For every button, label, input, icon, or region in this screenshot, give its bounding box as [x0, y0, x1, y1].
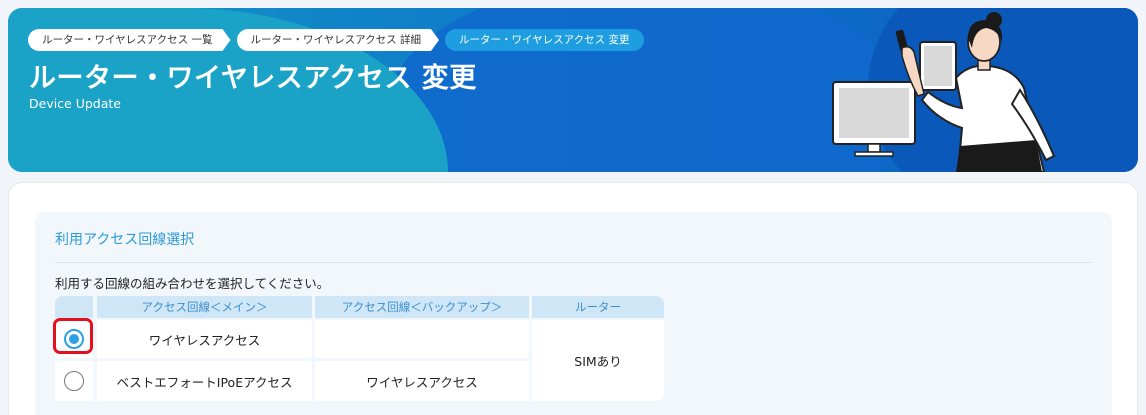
column-header-backup: アクセス回線＜バックアップ＞: [315, 296, 529, 318]
table-cell-main: ワイヤレスアクセス: [97, 320, 312, 358]
breadcrumb-item-list[interactable]: ルーター・ワイヤレスアクセス 一覧: [28, 29, 231, 51]
person-with-devices-illustration: [832, 12, 1056, 172]
breadcrumb-item-detail[interactable]: ルーター・ワイヤレスアクセス 詳細: [237, 29, 440, 51]
breadcrumb: ルーター・ワイヤレスアクセス 一覧 ルーター・ワイヤレスアクセス 詳細 ルーター…: [28, 29, 644, 51]
row-radio-ipoe-wireless[interactable]: [64, 371, 84, 391]
page-header-banner: ルーター・ワイヤレスアクセス 一覧 ルーター・ワイヤレスアクセス 詳細 ルーター…: [8, 8, 1138, 172]
table-cell-backup: ワイヤレスアクセス: [315, 361, 529, 401]
column-header-select: [55, 296, 93, 318]
page-title: ルーター・ワイヤレスアクセス 変更: [29, 63, 477, 94]
access-line-selection-panel: 利用アクセス回線選択 利用する回線の組み合わせを選択してください。 アクセス回線…: [35, 212, 1112, 415]
table-cell-backup: [315, 320, 529, 358]
breadcrumb-item-current: ルーター・ワイヤレスアクセス 変更: [445, 29, 644, 51]
table-row-select-cell: [55, 361, 93, 401]
instruction-text: 利用する回線の組み合わせを選択してください。: [55, 276, 330, 291]
column-header-router: ルーター: [532, 296, 664, 318]
divider: [55, 262, 1092, 263]
selection-highlight: [53, 318, 93, 354]
section-title: 利用アクセス回線選択: [55, 232, 195, 248]
table-cell-router: SIMあり: [532, 320, 664, 401]
page-subtitle: Device Update: [29, 96, 121, 111]
column-header-main: アクセス回線＜メイン＞: [97, 296, 312, 318]
table-cell-main: ベストエフォートIPoEアクセス: [97, 361, 312, 401]
table-row-select-cell: [53, 318, 93, 358]
